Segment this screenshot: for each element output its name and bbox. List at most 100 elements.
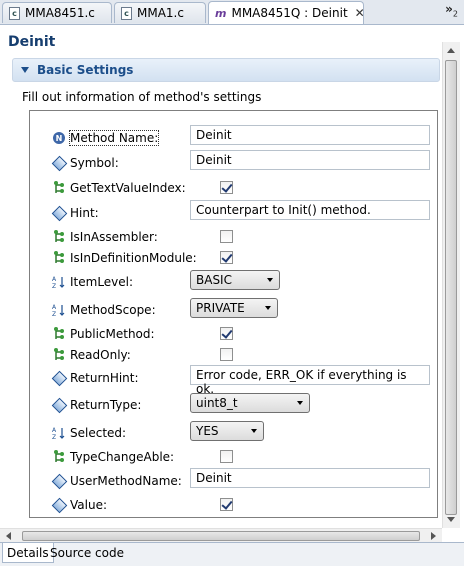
info-icon: N (52, 131, 66, 145)
tab-mma8451q-deinit[interactable]: m MMA8451Q : Deinit ✕ (208, 1, 365, 24)
page-title: Deinit (8, 34, 56, 50)
usermethodname-input[interactable]: Deinit (190, 468, 430, 488)
chevron-down-icon (267, 278, 273, 282)
bottom-tab-bar: Details Source code (0, 542, 464, 566)
tree-icon (52, 230, 66, 244)
diamond-icon (51, 155, 67, 171)
tree-icon (52, 348, 66, 362)
vertical-scrollbar[interactable] (442, 42, 460, 528)
property-row-typechangeable: TypeChangeAble: (30, 447, 437, 467)
tab-label: MMA1.c (137, 6, 184, 20)
chevron-down-icon (265, 306, 271, 310)
hint-input[interactable]: Counterpart to Init() method. (190, 200, 430, 220)
tab-label: Source code (50, 546, 124, 560)
svg-text:A: A (52, 304, 57, 311)
property-label: ReturnHint: (70, 371, 139, 385)
property-row-method-name: N Method Name: Deinit (30, 125, 437, 148)
itemlevel-select[interactable]: BASIC (190, 270, 280, 290)
tab-label: MMA8451Q : Deinit (231, 6, 348, 20)
chevron-down-icon (297, 401, 303, 405)
property-label: Value: (70, 498, 107, 512)
property-label: ItemLevel: (70, 275, 134, 289)
property-label: ReturnType: (70, 398, 142, 412)
horizontal-scrollbar[interactable] (0, 528, 442, 543)
chevron-double-right-icon: » (445, 2, 453, 16)
tree-icon (52, 181, 66, 195)
typechangeable-checkbox[interactable] (220, 450, 233, 463)
scroll-right-icon[interactable] (431, 532, 436, 540)
tab-label: MMA8451.c (25, 6, 95, 20)
diamond-icon (51, 370, 67, 386)
method-name-input[interactable]: Deinit (190, 125, 430, 145)
tab-mma1-c[interactable]: c MMA1.c (114, 2, 206, 23)
property-row-isindefinitionmodule: IsInDefinitionModule: (30, 248, 437, 268)
property-label: IsInAssembler: (70, 230, 158, 244)
tab-source-code[interactable]: Source code (46, 543, 128, 563)
section-basic-settings[interactable]: Basic Settings (12, 58, 440, 82)
publicmethod-checkbox[interactable] (220, 327, 233, 340)
property-row-itemlevel: AZ ItemLevel: BASIC (30, 270, 437, 292)
select-value: PRIVATE (196, 301, 245, 315)
property-row-returnhint: ReturnHint: Error code, ERR_OK if everyt… (30, 365, 437, 396)
property-label: GetTextValueIndex: (70, 181, 186, 195)
property-label: Symbol: (70, 156, 119, 170)
selected-select[interactable]: YES (190, 421, 264, 441)
section-description: Fill out information of method's setting… (22, 90, 262, 104)
isinassembler-checkbox[interactable] (220, 230, 233, 243)
returnhint-input[interactable]: Error code, ERR_OK if everything is ok. (190, 365, 430, 396)
tab-mma8451-c[interactable]: c MMA8451.c (2, 2, 112, 23)
editor-tab-bar: c MMA8451.c c MMA1.c m MMA8451Q : Deinit… (0, 0, 464, 25)
property-label: IsInDefinitionModule: (70, 251, 197, 265)
sort-icon: AZ (52, 275, 66, 289)
methodscope-select[interactable]: PRIVATE (190, 298, 278, 318)
tree-icon (52, 251, 66, 265)
sort-icon: AZ (52, 303, 66, 317)
diamond-icon (51, 397, 67, 413)
gettextvalueindex-checkbox[interactable] (220, 181, 233, 194)
close-icon[interactable]: ✕ (355, 6, 365, 20)
property-row-publicmethod: PublicMethod: (30, 324, 437, 344)
sort-icon: AZ (52, 426, 66, 440)
property-row-value: Value: (30, 495, 437, 515)
select-value: uint8_t (196, 396, 238, 410)
scroll-thumb[interactable] (445, 60, 457, 515)
scroll-left-icon[interactable] (6, 532, 11, 540)
section-title: Basic Settings (37, 63, 134, 77)
property-label: UserMethodName: (70, 474, 182, 488)
diamond-icon (51, 473, 67, 489)
scroll-thumb[interactable] (22, 531, 420, 541)
properties-panel: N Method Name: Deinit Symbol: Deinit Get… (29, 110, 438, 518)
property-label: Hint: (70, 206, 99, 220)
property-row-readonly: ReadOnly: (30, 345, 437, 365)
property-label: Method Name: (68, 130, 160, 146)
tab-label: Details (7, 545, 49, 560)
scroll-down-icon[interactable] (447, 517, 455, 522)
readonly-checkbox[interactable] (220, 348, 233, 361)
returntype-select[interactable]: uint8_t (190, 393, 310, 413)
expand-triangle-icon[interactable] (21, 67, 29, 73)
tab-overflow-button[interactable]: »2 (445, 2, 458, 18)
property-label: MethodScope: (70, 303, 156, 317)
c-file-icon: c (9, 6, 20, 20)
diamond-icon (51, 497, 67, 513)
value-checkbox[interactable] (220, 498, 233, 511)
property-row-returntype: ReturnType: uint8_t (30, 393, 437, 415)
property-row-usermethodname: UserMethodName: Deinit (30, 468, 437, 491)
property-label: Selected: (70, 426, 127, 440)
property-label: TypeChangeAble: (70, 450, 175, 464)
symbol-input[interactable]: Deinit (190, 150, 430, 170)
svg-text:Z: Z (52, 283, 56, 289)
scroll-up-icon[interactable] (447, 48, 455, 53)
svg-text:Z: Z (52, 434, 56, 440)
overflow-count: 2 (452, 9, 458, 19)
select-value: YES (196, 424, 219, 438)
property-row-methodscope: AZ MethodScope: PRIVATE (30, 298, 437, 320)
diamond-icon (51, 205, 67, 221)
chevron-down-icon (251, 429, 257, 433)
tree-icon (52, 327, 66, 341)
svg-text:Z: Z (52, 311, 56, 317)
tree-icon (52, 450, 66, 464)
isindefinitionmodule-checkbox[interactable] (220, 251, 233, 264)
svg-text:A: A (52, 276, 57, 283)
method-icon: m (215, 6, 227, 20)
